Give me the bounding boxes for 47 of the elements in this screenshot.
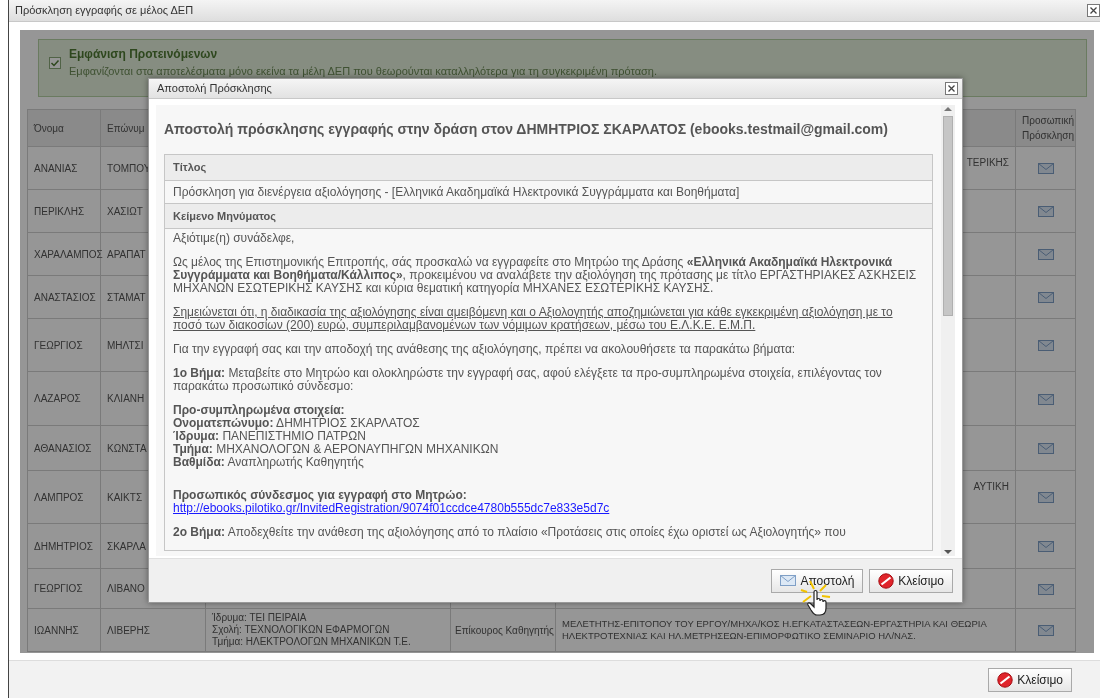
envelope-icon[interactable] <box>1037 492 1054 504</box>
table-cell: ΧΑΡΑΛΑΜΠΟΣ <box>27 232 101 276</box>
table-cell: ΑΝΑΝΙΑΣ <box>27 146 101 190</box>
envelope-icon[interactable] <box>780 575 797 586</box>
table-cell: ΛΙΒΕΡΗΣ <box>100 608 206 652</box>
column-header: Όνομα <box>27 109 101 147</box>
close-icon[interactable] <box>1087 4 1100 17</box>
table-cell: ΓΕΩΡΓΙΟΣ <box>27 568 101 609</box>
table-cell: ΑΝΑΣΤΑΣΙΟΣ <box>27 275 101 319</box>
envelope-icon[interactable] <box>1037 249 1054 261</box>
scrollbar[interactable] <box>941 105 955 556</box>
table-cell: ΙΩΑΝΝΗΣ <box>27 608 101 652</box>
scroll-up-icon[interactable] <box>942 105 954 113</box>
filter-label: Εμφάνιση Προτεινόμενων <box>69 46 219 63</box>
prohibited-icon <box>878 572 895 589</box>
table-cell: ΛΑΜΠΡΟΣ <box>27 470 101 524</box>
envelope-icon[interactable] <box>1037 340 1054 352</box>
close-button[interactable]: Κλείσιμο <box>988 667 1072 692</box>
envelope-icon[interactable] <box>1037 163 1054 175</box>
dialog-title: Αποστολή Πρόσκλησης <box>157 81 272 97</box>
table-cell: ΠΕΡΙΚΛΗΣ <box>27 189 101 233</box>
checkbox[interactable] <box>49 57 61 69</box>
envelope-icon[interactable] <box>1037 206 1054 218</box>
section-header: Τίτλος <box>165 155 932 181</box>
envelope-icon[interactable] <box>1037 583 1054 595</box>
prohibited-icon <box>997 671 1014 688</box>
envelope-icon[interactable] <box>1037 292 1054 304</box>
scroll-thumb[interactable] <box>943 116 953 316</box>
table-cell: ΛΑΖΑΡΟΣ <box>27 371 101 426</box>
section-header: Κείμενο Μηνύματος <box>165 203 932 229</box>
envelope-icon[interactable] <box>1037 393 1054 405</box>
column-header: Προσωπική Πρόσκληση <box>1015 109 1076 147</box>
filter-description: Εμφανίζονται στα αποτελέσματα μόνο εκείνα τα μέλη ΔΕΠ που θεωρούνται καταλληλότερα για τη συγκεκριμένη πρόταση. <box>69 64 657 79</box>
table-cell: ΑΘΑΝΑΣΙΟΣ <box>27 425 101 471</box>
scroll-down-icon[interactable] <box>942 548 954 556</box>
envelope-icon[interactable] <box>1037 541 1054 553</box>
envelope-icon[interactable] <box>1037 625 1054 637</box>
send-button[interactable]: Αποστολή <box>771 568 864 593</box>
table-cell: ΔΗΜΗΤΡΙΟΣ <box>27 523 101 569</box>
table-cell: Ίδρυμα: ΤΕΙ ΠΕΙΡΑΙΑ Σχολή: ΤΕΧΝΟΛΟΓΙΚΩΝ ΕΦΑΡΜΟΓΩΝ Τμήμα: ΗΛΕΚΤΡΟΛΟΓΩΝ ΜΗΧΑΝΙΚΩΝ Τ.Ε. <box>205 608 451 652</box>
envelope-icon[interactable] <box>1037 443 1054 455</box>
close-icon[interactable] <box>945 82 958 95</box>
table-cell: ΓΕΩΡΓΙΟΣ <box>27 318 101 372</box>
window-title: Πρόσκληση εγγραφής σε μέλος ΔΕΠ <box>15 3 194 19</box>
close-button[interactable]: Κλείσιμο <box>869 568 953 593</box>
message-title: Πρόσκληση για διενέργεια αξιολόγησης - [Ελληνικά Ακαδημαϊκά Ηλεκτρονικά Συγγράμματα και Βοηθήματα] <box>165 180 932 204</box>
table-cell: Επίκουρος Καθηγητής <box>450 608 556 652</box>
